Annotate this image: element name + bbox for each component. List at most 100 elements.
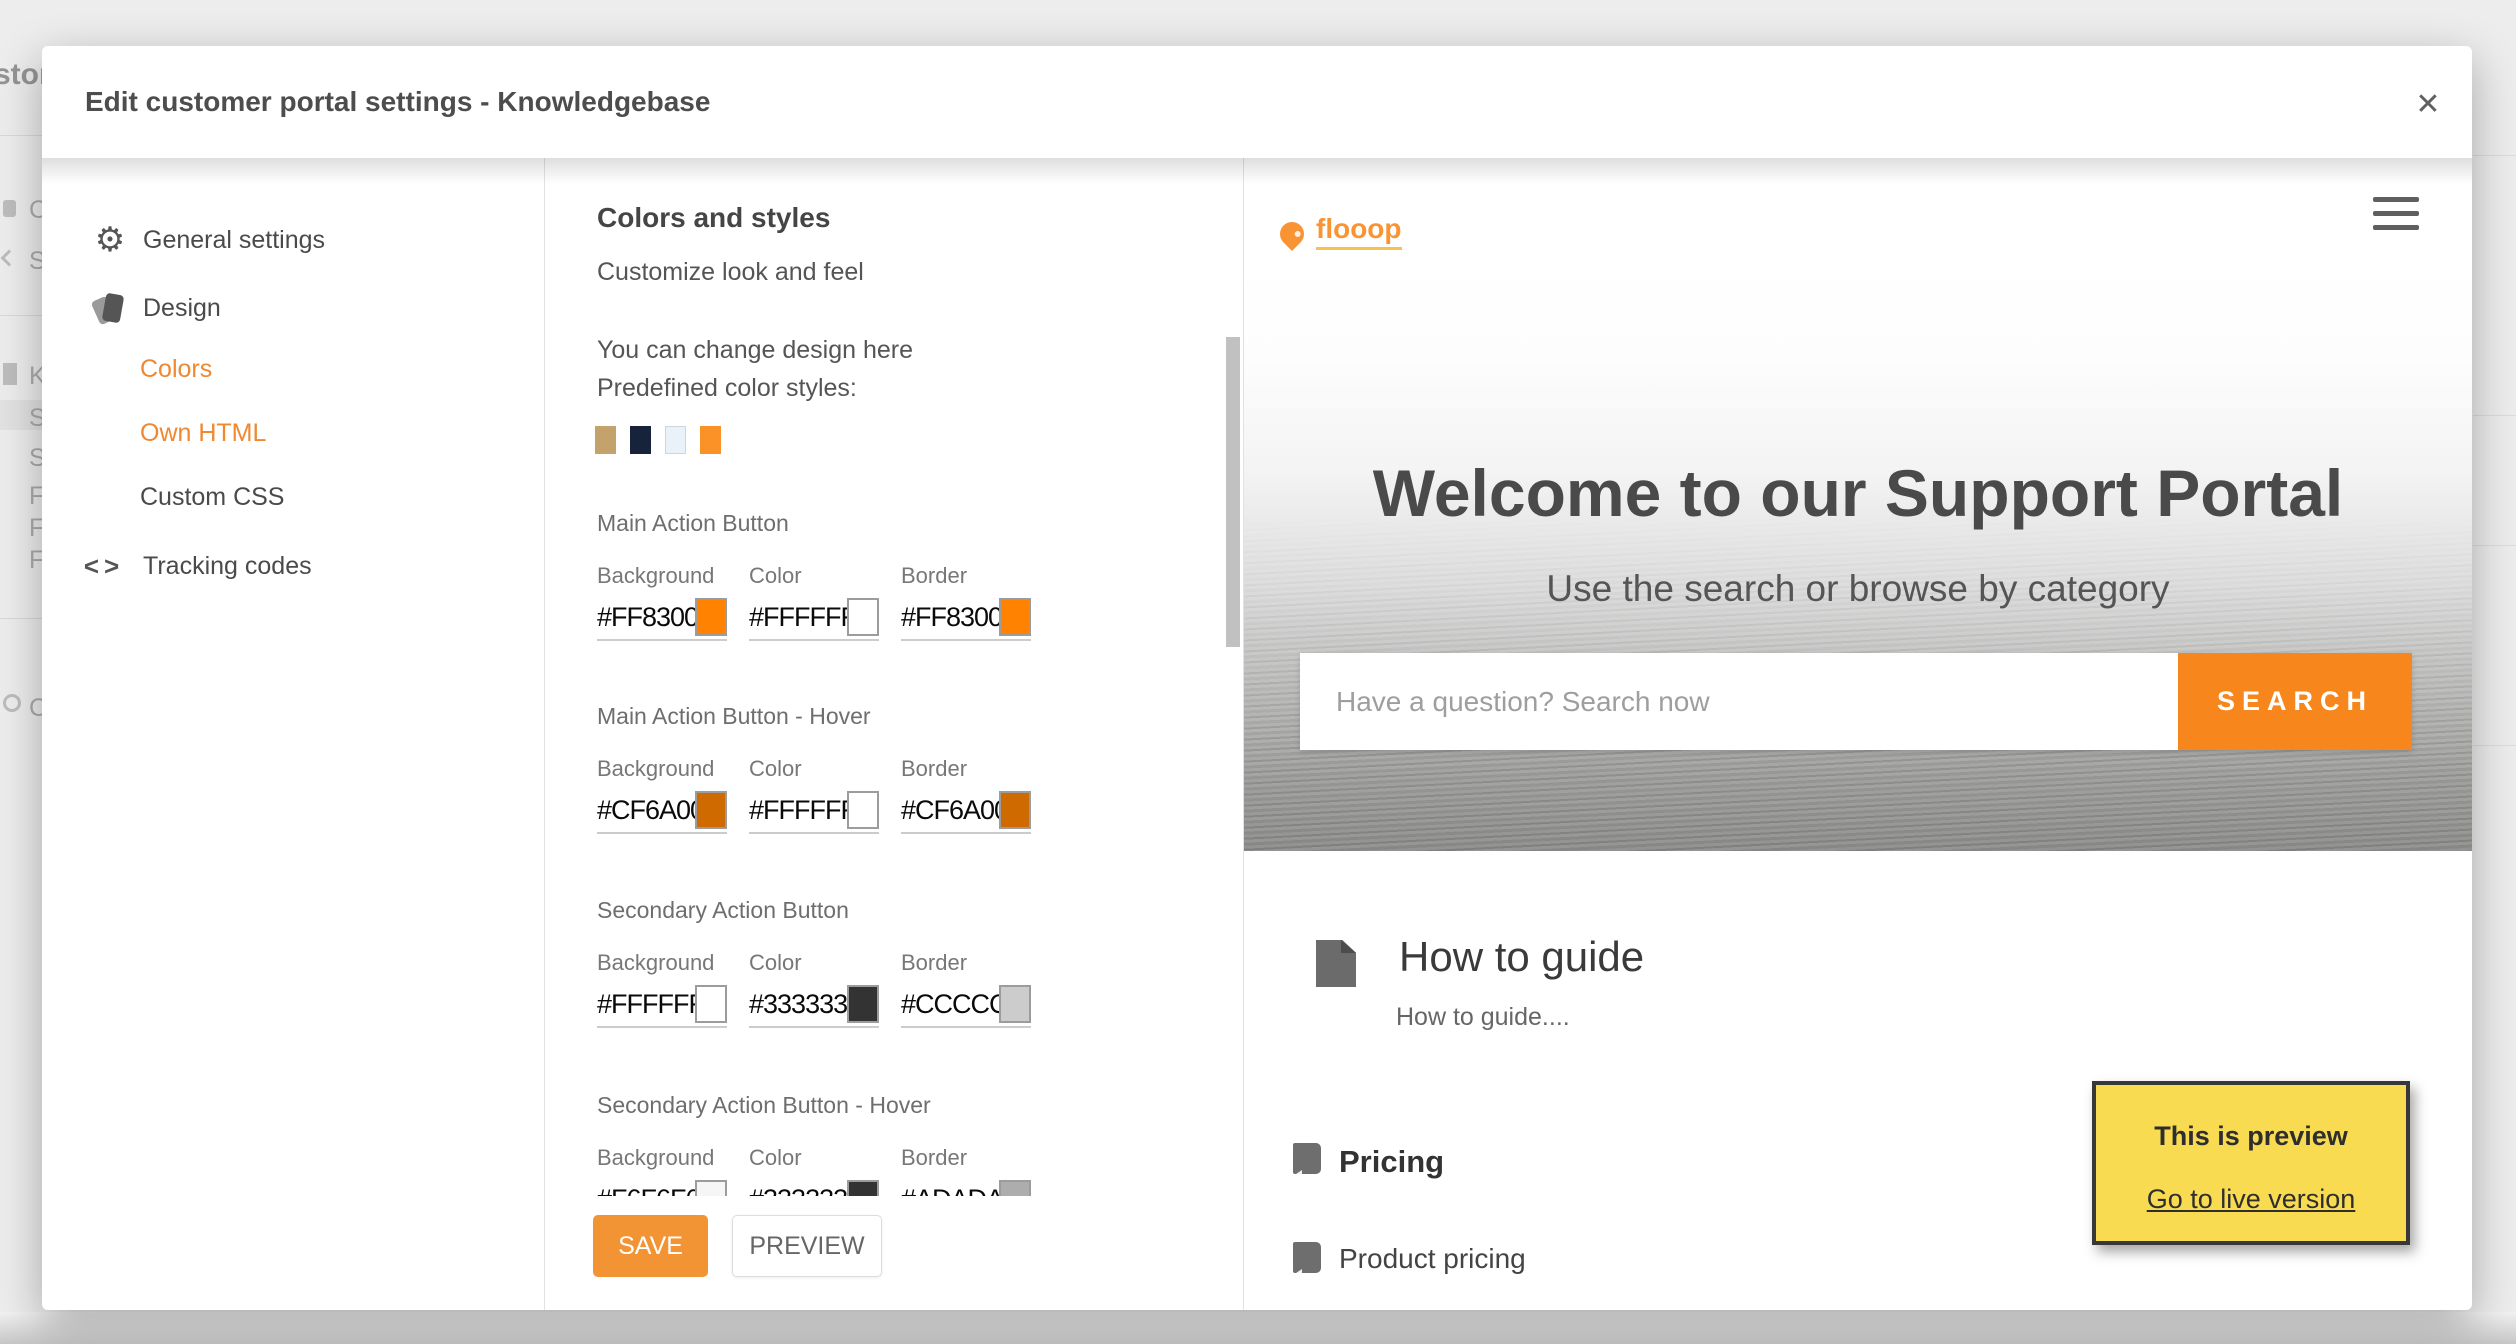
color-field-color: Color #FFFFFF: [749, 756, 879, 834]
search-button[interactable]: SEARCH: [2178, 653, 2412, 750]
color-swatch[interactable]: [999, 598, 1031, 636]
section-main-action-button: Main Action Button Background #FF8300 Co…: [597, 510, 1117, 641]
portal-logo-text: flooop: [1316, 213, 1402, 250]
search-input[interactable]: [1300, 653, 2178, 750]
backdrop-bank-icon: [3, 363, 17, 385]
color-swatch[interactable]: [847, 598, 879, 636]
backdrop-square-icon: [3, 200, 16, 217]
nav-item-colors[interactable]: Colors: [42, 348, 544, 390]
field-label: Background: [597, 1145, 715, 1170]
color-value-input[interactable]: #333333: [749, 989, 847, 1020]
field-label: Background: [597, 563, 715, 588]
field-label: Color: [749, 563, 802, 588]
color-value-input[interactable]: #FFFFFF: [749, 795, 847, 826]
save-button[interactable]: SAVE: [593, 1215, 708, 1277]
document-icon: [1316, 940, 1356, 987]
color-swatch[interactable]: [695, 985, 727, 1023]
section-main-action-button-hover: Main Action Button - Hover Background #C…: [597, 703, 1117, 834]
category-title[interactable]: How to guide: [1399, 933, 1644, 981]
panel-scrollbar-thumb[interactable]: [1226, 337, 1240, 647]
drop-icon: [1275, 217, 1309, 251]
nav-label: General settings: [143, 225, 326, 254]
preset-style-swatch[interactable]: [700, 426, 721, 454]
field-label: Color: [749, 1145, 802, 1170]
color-value-input[interactable]: #FFFFFF: [597, 989, 695, 1020]
nav-label: Colors: [140, 354, 213, 383]
field-label: Border: [901, 1145, 968, 1170]
color-value-input[interactable]: #CF6A00: [597, 795, 695, 826]
design-icon: [88, 292, 132, 326]
backdrop-divider: [2473, 415, 2516, 416]
nav-item-custom-css[interactable]: Custom CSS: [42, 476, 544, 518]
tooltip-text: This is preview: [2154, 1121, 2348, 1151]
close-icon[interactable]: ✕: [2410, 86, 2446, 122]
color-field-background: Background #FFFFFF: [597, 950, 727, 1028]
color-value-input[interactable]: #FF8300: [901, 602, 999, 633]
color-swatch[interactable]: [847, 791, 879, 829]
screen: stor C S K S S F F F C Edit customer por…: [0, 0, 2516, 1344]
nav-item-general-settings[interactable]: ⚙ General settings: [42, 219, 544, 261]
hero-subtitle: Use the search or browse by category: [1546, 568, 2170, 609]
section-label: Secondary Action Button: [597, 897, 849, 923]
code-icon: <>: [83, 550, 125, 581]
panel-subtitle: Customize look and feel: [597, 258, 864, 286]
dialog-header: Edit customer portal settings - Knowledg…: [42, 46, 2472, 158]
field-label: Background: [597, 756, 715, 781]
section-label: Secondary Action Button - Hover: [597, 1092, 931, 1118]
predefined-color-styles: [595, 426, 735, 454]
backdrop-divider: [0, 135, 42, 136]
preview-button[interactable]: PREVIEW: [732, 1215, 882, 1277]
color-swatch[interactable]: [999, 791, 1031, 829]
hamburger-menu-icon[interactable]: [2373, 197, 2419, 239]
backdrop-divider: [2473, 545, 2516, 546]
preset-style-swatch[interactable]: [630, 426, 651, 454]
preview-tooltip: This is preview Go to live version: [2092, 1081, 2410, 1245]
hero-water-texture: [1244, 265, 2472, 851]
nav-item-tracking-codes[interactable]: <> Tracking codes: [42, 545, 544, 587]
category-title[interactable]: Product pricing: [1339, 1243, 1526, 1275]
color-swatch[interactable]: [695, 791, 727, 829]
field-label: Border: [901, 950, 968, 975]
section-label: Main Action Button - Hover: [597, 703, 871, 729]
go-to-live-version-link[interactable]: Go to live version: [2147, 1184, 2356, 1215]
backdrop-circle-icon: [3, 694, 21, 712]
colors-settings-panel: Colors and styles Customize look and fee…: [545, 158, 1244, 1310]
nav-label: Tracking codes: [143, 551, 312, 580]
nav-item-own-html[interactable]: Own HTML: [42, 412, 544, 454]
dialog-title: Edit customer portal settings - Knowledg…: [85, 86, 711, 117]
category-title[interactable]: Pricing: [1339, 1144, 1444, 1180]
book-icon: [1293, 1242, 1321, 1273]
backdrop-chevron-icon: [0, 249, 18, 267]
backdrop-divider: [0, 618, 42, 619]
section-secondary-action-button: Secondary Action Button Background #FFFF…: [597, 897, 1117, 1028]
intro-text: You can change design here: [597, 336, 914, 364]
color-swatch[interactable]: [695, 598, 727, 636]
field-label: Background: [597, 950, 715, 975]
portal-search-bar: SEARCH: [1300, 653, 2412, 750]
color-swatch[interactable]: [847, 985, 879, 1023]
nav-item-design[interactable]: Design: [42, 287, 544, 329]
nav-label: Design: [143, 293, 221, 322]
category-description: How to guide....: [1396, 1003, 1570, 1031]
hero-title: Welcome to our Support Portal: [1372, 456, 2344, 530]
backdrop-divider: [2473, 745, 2516, 746]
color-value-input[interactable]: #CF6A00: [901, 795, 999, 826]
color-field-background: Background #FF8300: [597, 563, 727, 641]
intro-text: Predefined color styles:: [597, 374, 857, 402]
color-field-border: Border #FF8300: [901, 563, 1031, 641]
color-field-border: Border #CF6A00: [901, 756, 1031, 834]
backdrop-divider: [0, 315, 42, 316]
color-field-background: Background #CF6A00: [597, 756, 727, 834]
field-label: Border: [901, 563, 968, 588]
preset-style-swatch[interactable]: [595, 426, 616, 454]
color-value-input[interactable]: #CCCCCC: [901, 989, 999, 1020]
preset-style-swatch[interactable]: [665, 426, 686, 454]
portal-preview-pane: flooop Welcome to our Support Portal Use…: [1244, 158, 2472, 1310]
color-field-color: Color #333333: [749, 950, 879, 1028]
gear-icon: ⚙: [94, 221, 126, 259]
color-value-input[interactable]: #FF8300: [597, 602, 695, 633]
color-value-input[interactable]: #FFFFFF: [749, 602, 847, 633]
color-swatch[interactable]: [999, 985, 1031, 1023]
portal-logo[interactable]: flooop: [1275, 213, 1402, 251]
field-label: Color: [749, 950, 802, 975]
